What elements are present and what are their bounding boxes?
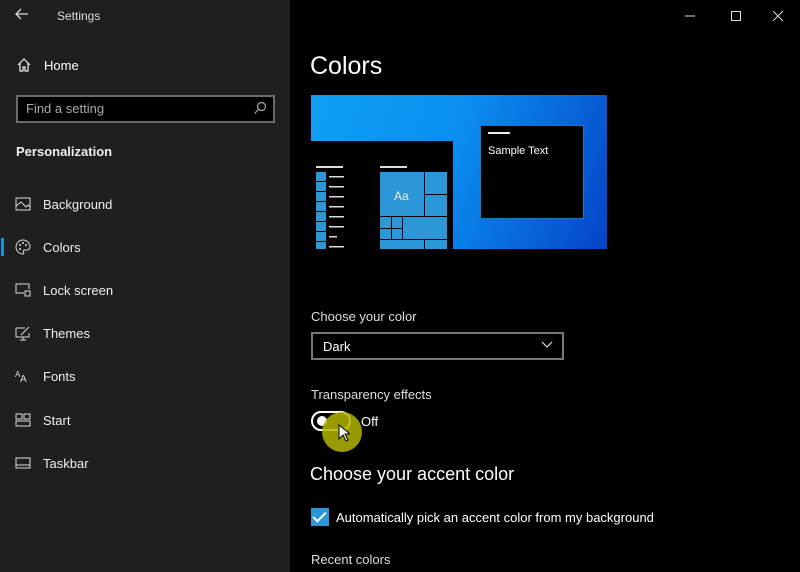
back-arrow-icon bbox=[15, 8, 28, 20]
selected-indicator bbox=[1, 238, 4, 256]
themes-icon bbox=[15, 326, 30, 341]
sidebar-item-colors[interactable]: Colors bbox=[0, 227, 290, 267]
color-preview: Aa Sample Text bbox=[311, 95, 607, 249]
fonts-icon: AA bbox=[15, 370, 27, 383]
sidebar-item-lock-screen[interactable]: Lock screen bbox=[0, 270, 290, 310]
transparency-label: Transparency effects bbox=[311, 387, 432, 402]
sidebar-item-background[interactable]: Background bbox=[0, 184, 290, 224]
sidebar-item-label: Background bbox=[43, 196, 113, 212]
main-content: Colors Aa Sample Text Choose your color … bbox=[290, 0, 800, 572]
close-button[interactable] bbox=[758, 0, 798, 32]
auto-accent-checkbox[interactable] bbox=[311, 508, 329, 526]
svg-text:A: A bbox=[20, 374, 27, 383]
sidebar-item-label: Start bbox=[43, 412, 71, 428]
choose-color-dropdown[interactable]: Dark bbox=[311, 332, 564, 360]
mouse-cursor-icon bbox=[338, 424, 350, 442]
title-bar: Settings bbox=[0, 0, 290, 32]
sidebar: Settings Home Find a setting Personaliza… bbox=[0, 0, 290, 572]
maximize-icon bbox=[731, 11, 741, 21]
sidebar-item-label: Themes bbox=[43, 325, 90, 341]
sidebar-item-label: Fonts bbox=[43, 368, 76, 384]
accent-heading: Choose your accent color bbox=[310, 464, 515, 484]
search-input[interactable]: Find a setting bbox=[16, 95, 275, 123]
picture-icon bbox=[15, 197, 31, 211]
auto-accent-label: Automatically pick an accent color from … bbox=[336, 510, 654, 525]
dropdown-value: Dark bbox=[323, 339, 351, 354]
chevron-down-icon bbox=[541, 341, 553, 348]
sidebar-item-themes[interactable]: Themes bbox=[0, 313, 290, 353]
taskbar-icon bbox=[15, 457, 31, 469]
close-icon bbox=[773, 11, 783, 21]
sidebar-item-label: Taskbar bbox=[43, 455, 89, 471]
sidebar-item-label: Colors bbox=[43, 239, 81, 255]
search-placeholder: Find a setting bbox=[26, 101, 105, 116]
home-label: Home bbox=[44, 57, 79, 73]
app-title: Settings bbox=[57, 9, 101, 23]
preview-sample-window: Sample Text bbox=[480, 125, 584, 219]
page-title: Colors bbox=[310, 52, 383, 80]
back-button[interactable] bbox=[14, 6, 34, 26]
search-icon[interactable] bbox=[253, 101, 267, 115]
maximize-button[interactable] bbox=[716, 0, 756, 32]
sidebar-home[interactable]: Home bbox=[16, 57, 79, 73]
sidebar-item-taskbar[interactable]: Taskbar bbox=[0, 443, 290, 483]
sidebar-item-start[interactable]: Start bbox=[0, 400, 290, 440]
preview-tile-text: Aa bbox=[394, 189, 409, 203]
preview-start-menu: Aa bbox=[311, 141, 453, 249]
recent-colors-label: Recent colors bbox=[311, 552, 391, 567]
choose-color-label: Choose your color bbox=[311, 309, 417, 324]
palette-icon bbox=[15, 239, 31, 255]
sidebar-item-fonts[interactable]: AA Fonts bbox=[0, 356, 290, 396]
home-icon bbox=[17, 58, 31, 72]
section-heading: Personalization bbox=[16, 144, 113, 159]
sidebar-item-label: Lock screen bbox=[43, 282, 114, 298]
start-icon bbox=[15, 413, 31, 427]
minimize-button[interactable] bbox=[670, 0, 710, 32]
sample-text: Sample Text bbox=[488, 145, 549, 157]
preview-tiles bbox=[316, 166, 447, 249]
minimize-icon bbox=[685, 15, 695, 17]
lock-screen-icon bbox=[15, 283, 31, 297]
transparency-state: Off bbox=[361, 414, 379, 429]
